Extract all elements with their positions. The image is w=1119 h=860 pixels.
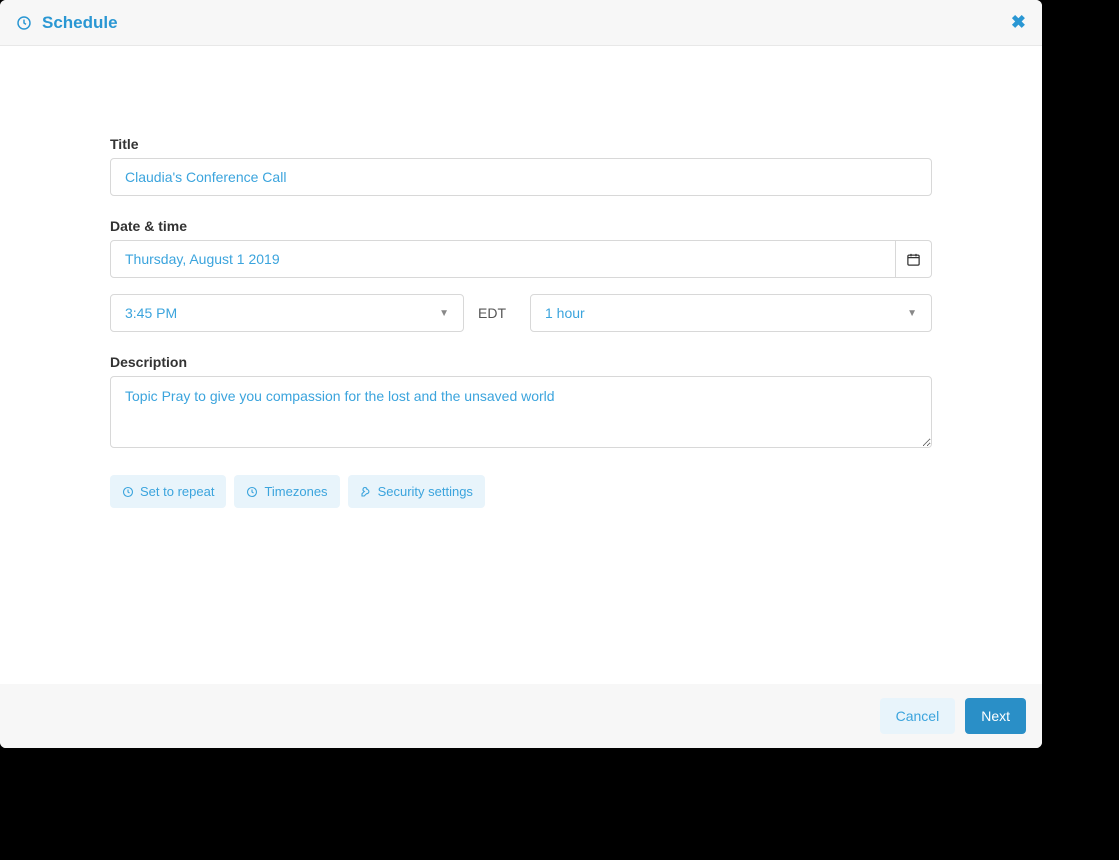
duration-value: 1 hour bbox=[545, 305, 585, 321]
duration-cell: 1 hour ▼ bbox=[530, 294, 932, 332]
title-input[interactable] bbox=[110, 158, 932, 196]
description-input[interactable] bbox=[110, 376, 932, 448]
repeat-label: Set to repeat bbox=[140, 484, 214, 499]
header-left: Schedule bbox=[16, 13, 118, 33]
title-group: Title bbox=[110, 136, 932, 196]
datetime-group: Date & time 3:45 PM ▼ bbox=[110, 218, 932, 332]
clock-icon bbox=[246, 486, 258, 498]
calendar-icon bbox=[906, 252, 921, 267]
modal-title: Schedule bbox=[42, 13, 118, 33]
wrench-icon bbox=[360, 486, 372, 498]
time-cell: 3:45 PM ▼ EDT bbox=[110, 294, 512, 332]
time-dropdown[interactable]: 3:45 PM ▼ bbox=[110, 294, 464, 332]
timezones-label: Timezones bbox=[264, 484, 327, 499]
time-value: 3:45 PM bbox=[125, 305, 177, 321]
date-input-group bbox=[110, 240, 932, 278]
description-label: Description bbox=[110, 354, 932, 370]
next-button[interactable]: Next bbox=[965, 698, 1026, 734]
chevron-down-icon: ▼ bbox=[907, 308, 917, 319]
repeat-button[interactable]: Set to repeat bbox=[110, 475, 226, 508]
duration-dropdown[interactable]: 1 hour ▼ bbox=[530, 294, 932, 332]
description-group: Description bbox=[110, 354, 932, 453]
time-row: 3:45 PM ▼ EDT 1 hour ▼ bbox=[110, 294, 932, 332]
date-input[interactable] bbox=[110, 240, 896, 278]
calendar-button[interactable] bbox=[896, 240, 932, 278]
datetime-label: Date & time bbox=[110, 218, 932, 234]
chevron-down-icon: ▼ bbox=[439, 308, 449, 319]
close-icon[interactable]: ✖ bbox=[1011, 12, 1026, 33]
form: Title Date & time 3:45 PM bbox=[110, 136, 932, 508]
cancel-button[interactable]: Cancel bbox=[880, 698, 956, 734]
clock-icon bbox=[16, 15, 32, 31]
schedule-modal: Schedule ✖ Title Date & time bbox=[0, 0, 1042, 748]
options-row: Set to repeat Timezones Security setting… bbox=[110, 475, 932, 508]
timezones-button[interactable]: Timezones bbox=[234, 475, 339, 508]
security-label: Security settings bbox=[378, 484, 473, 499]
security-button[interactable]: Security settings bbox=[348, 475, 485, 508]
title-label: Title bbox=[110, 136, 932, 152]
modal-header: Schedule ✖ bbox=[0, 0, 1042, 46]
timezone-label: EDT bbox=[478, 305, 512, 321]
modal-body: Title Date & time 3:45 PM bbox=[0, 46, 1042, 684]
modal-footer: Cancel Next bbox=[0, 684, 1042, 748]
clock-icon bbox=[122, 486, 134, 498]
